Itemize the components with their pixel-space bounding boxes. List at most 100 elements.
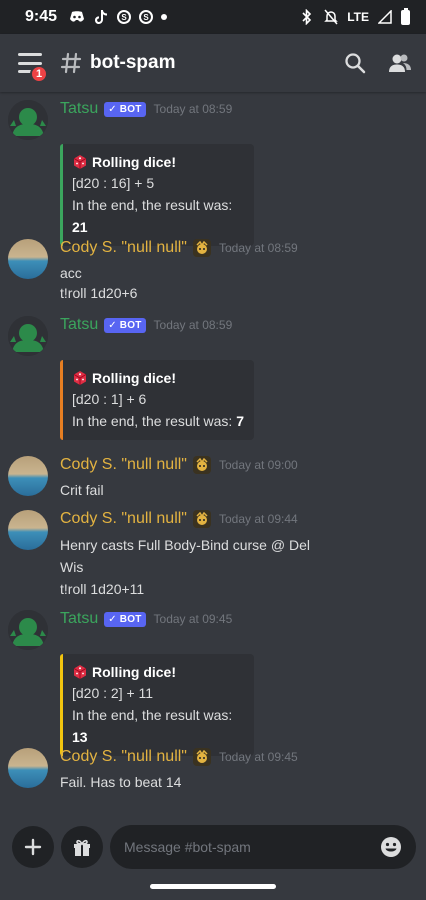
status-notification-icons: S S (69, 9, 168, 25)
author-name[interactable]: Tatsu (60, 316, 98, 334)
badge-emoji-icon (192, 456, 211, 474)
embed-title-text: Rolling dice! (92, 664, 176, 680)
avatar[interactable] (8, 510, 48, 550)
search-icon[interactable] (344, 52, 366, 74)
embed-result-prefix: In the end, the result was: (72, 197, 233, 213)
status-system-icons: LTE (299, 7, 410, 25)
message-text: t!roll 1d20+11 (60, 581, 145, 597)
timestamp: Today at 08:59 (218, 241, 298, 255)
message-content: Henry casts Full Body-Bind curse @ Del W… (60, 534, 310, 600)
message-input[interactable] (124, 839, 364, 855)
message-text: Henry casts Full Body-Bind curse @ Del (60, 537, 310, 553)
embed-result-line: In the end, the result was: 7 (72, 410, 244, 432)
dice-icon (73, 155, 87, 169)
tiktok-icon (93, 9, 109, 25)
avatar[interactable] (8, 610, 48, 650)
hashtag-icon (60, 52, 82, 74)
author-name[interactable]: Cody S. "null null" (60, 456, 187, 474)
members-icon[interactable] (388, 52, 412, 74)
embed-result-value: 21 (72, 219, 88, 235)
embed-title: Rolling dice! (72, 662, 244, 682)
embed-result-value: 7 (236, 413, 245, 429)
embed-result-line: In the end, the result was: 13 (72, 704, 244, 748)
author-name[interactable]: Tatsu (60, 100, 98, 118)
embed-result-value: 13 (72, 729, 88, 745)
menu-button[interactable]: 1 (18, 53, 48, 83)
embed-title-text: Rolling dice! (92, 154, 176, 170)
message-text: Crit fail (60, 482, 104, 498)
badge-emoji-icon (192, 510, 211, 528)
message-author-line: Cody S. "null null" Today at 09:44 (60, 510, 298, 528)
app-circle-icon-2: S (139, 10, 154, 24)
badge-emoji-icon (192, 748, 211, 766)
discord-icon (69, 9, 85, 25)
message-text: Fail. Has to beat 14 (60, 774, 182, 790)
gift-icon (74, 839, 90, 856)
gift-button[interactable] (61, 826, 103, 868)
dice-icon (73, 371, 87, 385)
author-name[interactable]: Cody S. "null null" (60, 748, 187, 766)
timestamp: Today at 09:45 (153, 612, 233, 626)
message-text: Wis (60, 559, 84, 575)
embed-roll-line: [d20 : 16] + 5 (72, 175, 155, 191)
embed-result-line: In the end, the result was: 21 (72, 194, 244, 238)
message-list[interactable]: Tatsu ✓ BOT Today at 08:59 Rolling dice!… (0, 92, 426, 812)
avatar[interactable] (8, 100, 48, 140)
embed-roll-line: [d20 : 1] + 6 (72, 391, 147, 407)
message-author-line: Cody S. "null null" Today at 08:59 (60, 239, 298, 257)
author-name[interactable]: Cody S. "null null" (60, 239, 187, 257)
avatar[interactable] (8, 456, 48, 496)
message-content: Crit fail (60, 480, 104, 500)
embed-roll-line: [d20 : 2] + 11 (72, 685, 154, 701)
more-notifications-dot (161, 14, 168, 20)
message-content: acc t!roll 1d20+6 (60, 263, 137, 303)
embed-title-text: Rolling dice! (92, 370, 176, 386)
message-author-line: Tatsu ✓ BOT Today at 08:59 (60, 100, 232, 118)
status-time: 9:45 (25, 8, 58, 25)
message-text: t!roll 1d20+6 (60, 285, 138, 301)
emoji-icon[interactable] (380, 836, 402, 858)
notification-badge: 1 (30, 65, 48, 83)
app-circle-icon: S (117, 10, 132, 24)
message-text: acc (60, 265, 82, 281)
timestamp: Today at 09:00 (218, 458, 298, 472)
author-name[interactable]: Tatsu (60, 610, 98, 628)
plus-icon (24, 838, 42, 856)
mute-icon (323, 9, 339, 25)
bluetooth-icon (299, 9, 315, 25)
avatar[interactable] (8, 748, 48, 788)
message-author-line: Cody S. "null null" Today at 09:45 (60, 748, 298, 766)
timestamp: Today at 09:44 (218, 512, 298, 526)
message-content: Fail. Has to beat 14 (60, 772, 181, 792)
author-name[interactable]: Cody S. "null null" (60, 510, 187, 528)
timestamp: Today at 09:45 (218, 750, 298, 764)
avatar[interactable] (8, 316, 48, 356)
add-attachment-button[interactable] (12, 826, 54, 868)
message-author-line: Tatsu ✓ BOT Today at 09:45 (60, 610, 232, 628)
home-indicator[interactable] (150, 884, 276, 889)
embed-title: Rolling dice! (72, 152, 244, 172)
message-author-line: Tatsu ✓ BOT Today at 08:59 (60, 316, 232, 334)
network-label: LTE (347, 10, 369, 24)
embed-result-prefix: In the end, the result was: (72, 707, 233, 723)
embed: Rolling dice! [d20 : 1] + 6 In the end, … (60, 360, 254, 440)
hamburger-icon-bar (18, 53, 42, 56)
message-author-line: Cody S. "null null" Today at 09:00 (60, 456, 298, 474)
embed: Rolling dice! [d20 : 2] + 11 In the end,… (60, 654, 254, 756)
bot-tag: ✓ BOT (104, 611, 146, 627)
embed-title: Rolling dice! (72, 368, 244, 388)
badge-emoji-icon (192, 239, 211, 257)
embed: Rolling dice! [d20 : 16] + 5 In the end,… (60, 144, 254, 246)
message-input-container[interactable] (110, 825, 416, 869)
channel-header: 1 bot-spam (0, 34, 426, 92)
signal-icon (377, 9, 393, 25)
bot-tag: ✓ BOT (104, 101, 146, 117)
dice-icon (73, 665, 87, 679)
composer-bar (0, 812, 426, 900)
battery-icon (401, 7, 410, 25)
embed-result-prefix: In the end, the result was: (72, 413, 237, 429)
timestamp: Today at 08:59 (153, 102, 233, 116)
avatar[interactable] (8, 239, 48, 279)
channel-title: bot-spam (90, 52, 176, 73)
timestamp: Today at 08:59 (153, 318, 233, 332)
